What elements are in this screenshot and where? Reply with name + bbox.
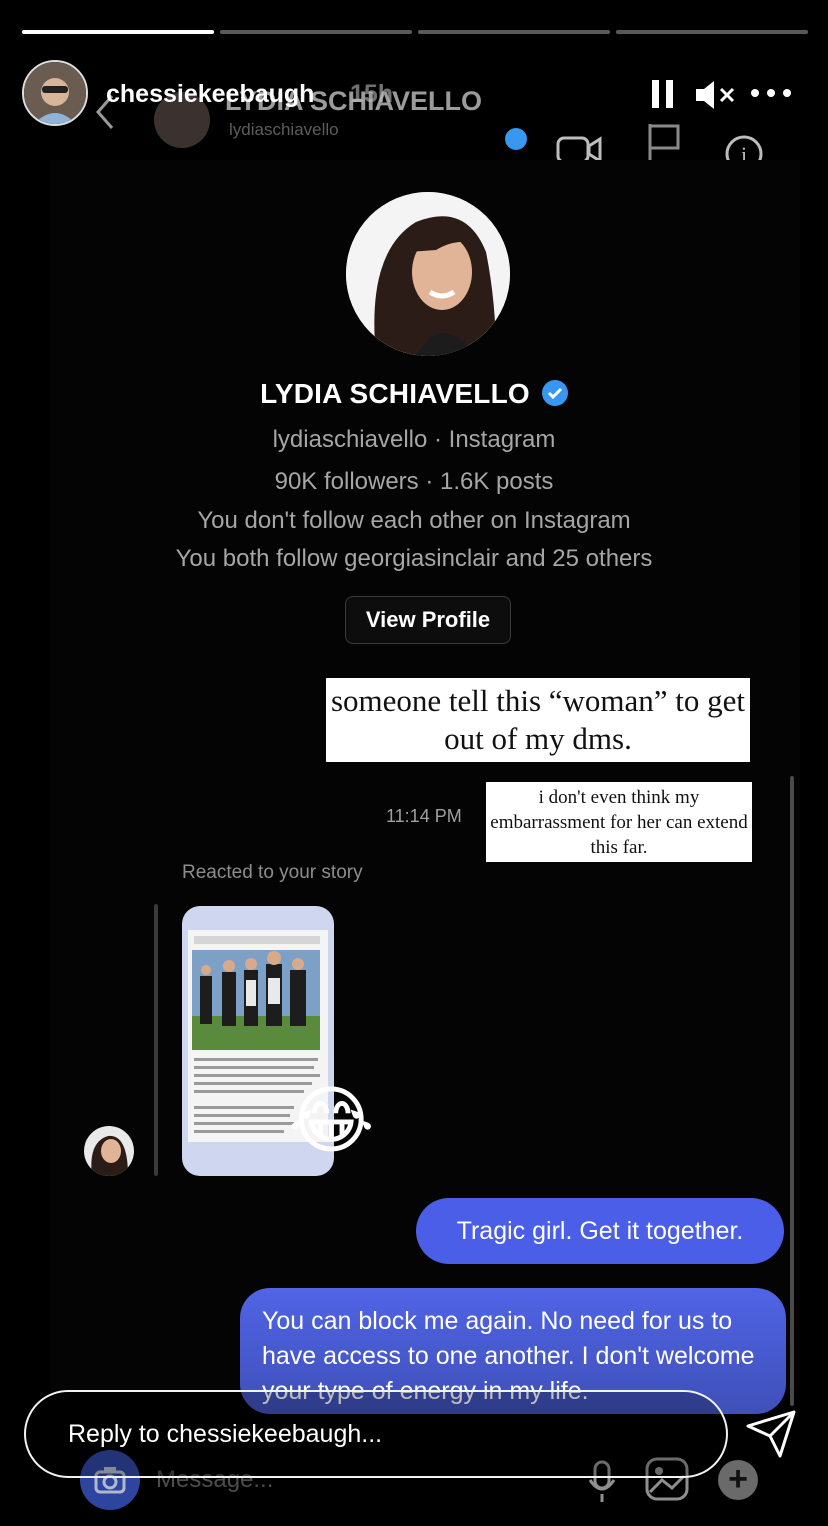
story-progress-3 (418, 30, 610, 34)
sent-message-1[interactable]: Tragic girl. Get it together. (416, 1198, 784, 1264)
reaction-emoji: 😂 (288, 1079, 375, 1162)
verified-badge-icon (505, 128, 527, 150)
story-time: 15h (350, 80, 394, 108)
sender-avatar[interactable] (84, 1126, 134, 1176)
pause-icon[interactable] (650, 78, 676, 110)
story-progress-1 (22, 30, 214, 34)
reply-quote-line (154, 904, 158, 1176)
profile-stats-line: 90K followers · 1.6K posts (274, 468, 554, 495)
more-dots-icon[interactable] (748, 86, 794, 100)
story-username[interactable]: chessiekeebaugh (106, 80, 314, 109)
profile-follow-line: You don't follow each other on Instagram (197, 507, 631, 534)
dm-header-handle: lydiaschiavello (229, 120, 339, 139)
story-progress-2 (220, 30, 412, 34)
story-progress-4 (616, 30, 808, 34)
speaker-muted-icon[interactable] (694, 78, 738, 112)
profile-avatar[interactable] (346, 192, 510, 356)
profile-mutual-line: You both follow georgiasinclair and 25 o… (175, 545, 653, 572)
caption-sticker-2: i don't even think my embarrassment for … (486, 782, 752, 862)
story-reply-input[interactable]: Reply to chessiekeebaugh... (24, 1390, 728, 1478)
story-avatar[interactable] (22, 60, 88, 126)
scrollbar[interactable] (790, 776, 794, 1406)
view-profile-button[interactable]: View Profile (345, 596, 511, 644)
profile-name-row: LYDIA SCHIAVELLO (0, 378, 828, 410)
caption-sticker-1: someone tell this “woman” to get out of … (326, 678, 750, 762)
message-timestamp: 11:14 PM (386, 806, 462, 826)
profile-name: LYDIA SCHIAVELLO (260, 378, 530, 409)
reacted-label: Reacted to your story (182, 862, 363, 883)
send-icon[interactable] (744, 1406, 798, 1460)
story-reply-placeholder: Reply to chessiekeebaugh... (68, 1419, 383, 1448)
plus-icon[interactable]: + (718, 1460, 758, 1500)
profile-handle-line: lydiaschiavello · Instagram (272, 426, 556, 453)
verified-badge-icon (541, 380, 568, 406)
